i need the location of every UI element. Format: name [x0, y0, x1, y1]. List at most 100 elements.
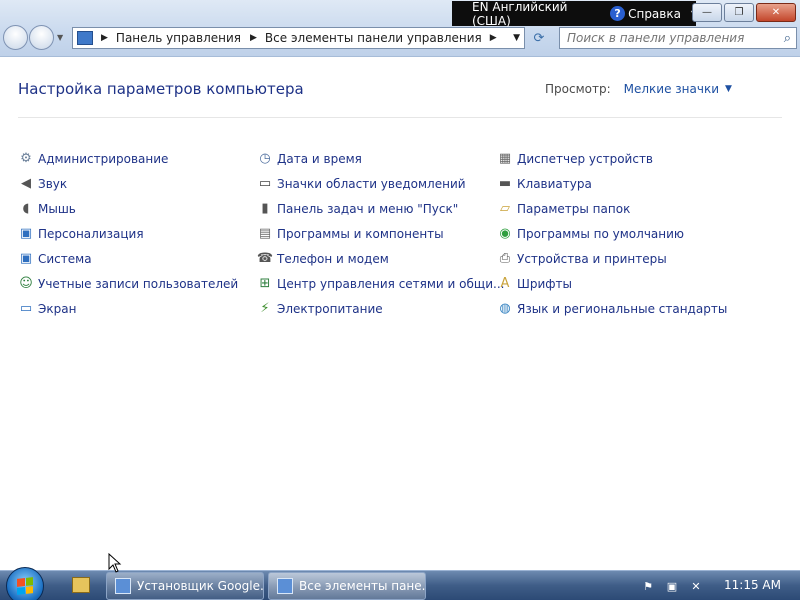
control-panel-item[interactable]: ▦ Диспетчер устройств — [497, 146, 727, 171]
page-title: Настройка параметров компьютера — [18, 80, 304, 98]
keyboard-icon: ▬ — [498, 176, 512, 191]
control-panel-item[interactable]: ⎙ Устройства и принтеры — [497, 246, 727, 271]
control-panel-item[interactable]: ▮ Панель задач и меню "Пуск" — [257, 196, 504, 221]
clock[interactable]: 11:15 AM — [724, 578, 781, 592]
control-panel-item[interactable]: ▬ Клавиатура — [497, 171, 727, 196]
control-panel-item[interactable]: A Шрифты — [497, 271, 727, 296]
forward-button[interactable] — [29, 25, 54, 50]
control-panel-item-label: Дата и время — [277, 151, 362, 166]
control-panel-item-label: Язык и региональные стандарты — [517, 301, 728, 316]
search-input[interactable] — [560, 31, 765, 45]
control-panel-item[interactable]: ☺ Учетные записи пользователей — [18, 271, 238, 296]
close-button[interactable]: ✕ — [756, 3, 796, 22]
control-panel-item-label: Мышь — [38, 201, 76, 216]
control-panel-item[interactable]: ◷ Дата и время — [257, 146, 504, 171]
notification-icons-icon: ▭ — [258, 176, 272, 191]
system-tray: ⚑ ▣ ✕ — [640, 578, 704, 594]
clock-icon: ◷ — [259, 151, 271, 166]
search-icon[interactable]: ⌕ — [784, 31, 791, 46]
mouse-icon: ◖ — [22, 201, 30, 216]
back-button[interactable] — [3, 25, 28, 50]
control-panel-item[interactable]: ◍ Язык и региональные стандарты — [497, 296, 727, 321]
recent-pages-dropdown-icon[interactable]: ▼ — [57, 33, 63, 42]
control-panel-item-label: Экран — [38, 301, 77, 316]
users-icon: ☺ — [19, 276, 33, 291]
power-icon: ⚡ — [260, 301, 270, 316]
control-panel-item-label: Устройства и принтеры — [517, 251, 667, 266]
breadcrumb-separator-icon[interactable]: ▶ — [101, 33, 108, 43]
breadcrumb-separator-icon[interactable]: ▶ — [490, 33, 497, 43]
view-label: Просмотр: — [545, 82, 611, 96]
default-programs-icon: ◉ — [499, 226, 511, 241]
items-column-3: ▦ Диспетчер устройств ▬ Клавиатура ▱ Параметр… — [497, 146, 727, 321]
control-panel-item[interactable]: ▣ Персонализация — [18, 221, 238, 246]
help-button[interactable]: ? Справка — [610, 6, 681, 21]
control-panel-item-label: Значки области уведомлений — [277, 176, 466, 191]
admin-tools-icon: ⚙ — [20, 151, 32, 166]
programs-icon: ▤ — [258, 226, 272, 241]
control-panel-item[interactable]: ⚡ Электропитание — [257, 296, 504, 321]
taskbar-button-label: Все элементы пане... — [299, 579, 426, 593]
control-panel-item-label: Центр управления сетями и общи... — [277, 276, 505, 291]
phone-modem-icon: ☎ — [256, 251, 274, 266]
speaker-icon: ◀ — [21, 176, 31, 191]
control-panel-item[interactable]: ⚙ Администрирование — [18, 146, 238, 171]
address-bar[interactable]: ▶ Панель управления ▶ Все элементы панел… — [72, 27, 525, 49]
control-panel-item[interactable]: ▣ Система — [18, 246, 238, 271]
control-panel-item[interactable]: ⊞ Центр управления сетями и общи... — [257, 271, 505, 296]
items-column-1: ⚙ Администрирование ◀ Звук ◖ Мышь ▣ Персонализа… — [18, 146, 238, 321]
divider — [18, 117, 782, 118]
region-icon: ◍ — [499, 301, 511, 316]
breadcrumb-all-items[interactable]: Все элементы панели управления — [265, 31, 482, 45]
minimize-button[interactable]: — — [692, 3, 722, 22]
action-center-icon[interactable]: ⚑ — [640, 578, 656, 594]
language-indicator[interactable]: EN Английский (США) — [452, 0, 598, 28]
control-panel-item-label: Персонализация — [38, 226, 144, 241]
maximize-button[interactable]: ❐ — [724, 3, 754, 22]
control-panel-item[interactable]: ▱ Параметры папок — [497, 196, 727, 221]
control-panel-item-label: Клавиатура — [517, 176, 592, 191]
printer-icon: ⎙ — [499, 251, 511, 266]
view-selector: Просмотр: Мелкие значки ▼ — [545, 82, 732, 96]
control-panel-item-label: Система — [38, 251, 92, 266]
control-panel-item[interactable]: ☎ Телефон и модем — [257, 246, 504, 271]
language-bar: EN Английский (США) ? Справка ▾ — [452, 0, 696, 28]
chevron-down-icon[interactable]: ▼ — [725, 84, 732, 96]
control-panel-item-label: Звук — [38, 176, 68, 191]
start-button[interactable] — [6, 567, 44, 600]
control-panel-item-label: Шрифты — [517, 276, 572, 291]
window-controls: — ❐ ✕ — [692, 3, 796, 22]
control-panel-item[interactable]: ▭ Значки области уведомлений — [257, 171, 504, 196]
installer-icon — [115, 578, 131, 594]
items-column-2: ◷ Дата и время ▭ Значки области уведомлений… — [257, 146, 505, 321]
search-box[interactable]: ⌕ — [559, 27, 797, 49]
view-value[interactable]: Мелкие значки — [624, 82, 719, 96]
taskbar-button-control-panel[interactable]: Все элементы пане... — [268, 572, 426, 600]
control-panel-item[interactable]: ◉ Программы по умолчанию — [497, 221, 727, 246]
taskbar: Установщик Google... Все элементы пане..… — [0, 567, 800, 600]
taskbar-button-google-installer[interactable]: Установщик Google... — [106, 572, 264, 600]
refresh-icon[interactable]: ⟳ — [528, 27, 550, 49]
breadcrumb-control-panel[interactable]: Панель управления — [116, 31, 241, 45]
network-status-icon[interactable]: ▣ — [664, 578, 680, 594]
nav-buttons: ▼ — [3, 25, 63, 50]
title-nav-bar: EN Английский (США) ? Справка ▾ — ❐ ✕ ▼ … — [0, 0, 800, 57]
control-panel-item-label: Диспетчер устройств — [517, 151, 654, 166]
control-panel-item[interactable]: ◖ Мышь — [18, 196, 238, 221]
content-area: Настройка параметров компьютера Просмотр… — [0, 58, 800, 570]
device-manager-icon: ▦ — [498, 151, 512, 166]
address-dropdown-icon[interactable]: ▼ — [513, 33, 520, 43]
help-label: Справка — [628, 6, 681, 21]
control-panel-item-label: Параметры папок — [517, 201, 631, 216]
control-panel-item[interactable]: ▭ Экран — [18, 296, 238, 321]
control-panel-item-label: Администрирование — [38, 151, 169, 166]
control-panel-item-label: Программы и компоненты — [277, 226, 444, 241]
explorer-folder-icon[interactable] — [72, 577, 90, 593]
control-panel-item-label: Учетные записи пользователей — [38, 276, 239, 291]
system-icon: ▣ — [19, 251, 33, 266]
breadcrumb-separator-icon[interactable]: ▶ — [250, 33, 257, 43]
control-panel-item[interactable]: ▤ Программы и компоненты — [257, 221, 504, 246]
control-panel-item[interactable]: ◀ Звук — [18, 171, 238, 196]
volume-muted-icon[interactable]: ✕ — [688, 578, 704, 594]
windows-logo-icon — [17, 577, 33, 595]
